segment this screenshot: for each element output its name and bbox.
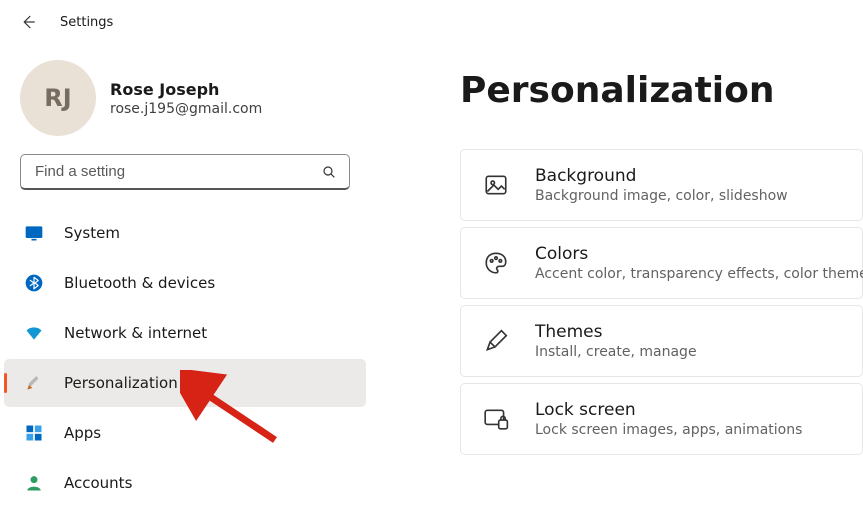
sidebar-item-bluetooth[interactable]: Bluetooth & devices xyxy=(4,259,366,307)
app-title: Settings xyxy=(60,15,113,30)
sidebar-item-label: System xyxy=(64,224,120,242)
person-icon xyxy=(24,473,44,493)
account-name: Rose Joseph xyxy=(110,80,262,99)
search-box[interactable] xyxy=(20,154,350,190)
image-icon xyxy=(483,172,509,198)
card-colors[interactable]: Colors Accent color, transparency effect… xyxy=(460,227,863,299)
back-arrow-icon xyxy=(19,13,37,31)
sidebar-item-accounts[interactable]: Accounts xyxy=(4,459,366,507)
card-subtitle: Install, create, manage xyxy=(535,344,697,360)
lock-screen-icon xyxy=(483,406,509,432)
card-subtitle: Lock screen images, apps, animations xyxy=(535,422,802,438)
search-input[interactable] xyxy=(33,162,321,181)
sidebar-item-label: Personalization xyxy=(64,374,178,392)
account-block[interactable]: RJ Rose Joseph rose.j195@gmail.com xyxy=(0,50,370,154)
avatar: RJ xyxy=(20,60,96,136)
sidebar-item-label: Apps xyxy=(64,424,101,442)
card-title: Colors xyxy=(535,244,863,264)
wifi-icon xyxy=(24,323,44,343)
account-email: rose.j195@gmail.com xyxy=(110,101,262,117)
sidebar-item-label: Network & internet xyxy=(64,324,207,342)
sidebar-item-label: Accounts xyxy=(64,474,132,492)
apps-icon xyxy=(24,423,44,443)
sidebar-item-apps[interactable]: Apps xyxy=(4,409,366,457)
page-title: Personalization xyxy=(460,70,863,111)
card-title: Themes xyxy=(535,322,697,342)
card-lockscreen[interactable]: Lock screen Lock screen images, apps, an… xyxy=(460,383,863,455)
search-icon xyxy=(321,164,337,180)
settings-card-list: Background Background image, color, slid… xyxy=(460,149,863,455)
sidebar-item-network[interactable]: Network & internet xyxy=(4,309,366,357)
main-content: Personalization Background Background im… xyxy=(370,40,863,524)
card-subtitle: Accent color, transparency effects, colo… xyxy=(535,266,863,282)
bluetooth-icon xyxy=(24,273,44,293)
system-icon xyxy=(24,223,44,243)
card-themes[interactable]: Themes Install, create, manage xyxy=(460,305,863,377)
sidebar-item-personalization[interactable]: Personalization xyxy=(4,359,366,407)
header-bar: Settings xyxy=(0,0,863,40)
sidebar-nav: System Bluetooth & devices Network & int… xyxy=(0,208,370,508)
sidebar-item-label: Bluetooth & devices xyxy=(64,274,215,292)
sidebar-item-system[interactable]: System xyxy=(4,209,366,257)
card-subtitle: Background image, color, slideshow xyxy=(535,188,788,204)
pen-icon xyxy=(483,328,509,354)
paintbrush-icon xyxy=(24,373,44,393)
card-title: Lock screen xyxy=(535,400,802,420)
palette-icon xyxy=(483,250,509,276)
card-background[interactable]: Background Background image, color, slid… xyxy=(460,149,863,221)
sidebar: RJ Rose Joseph rose.j195@gmail.com Sy xyxy=(0,40,370,524)
back-button[interactable] xyxy=(14,8,42,36)
card-title: Background xyxy=(535,166,788,186)
